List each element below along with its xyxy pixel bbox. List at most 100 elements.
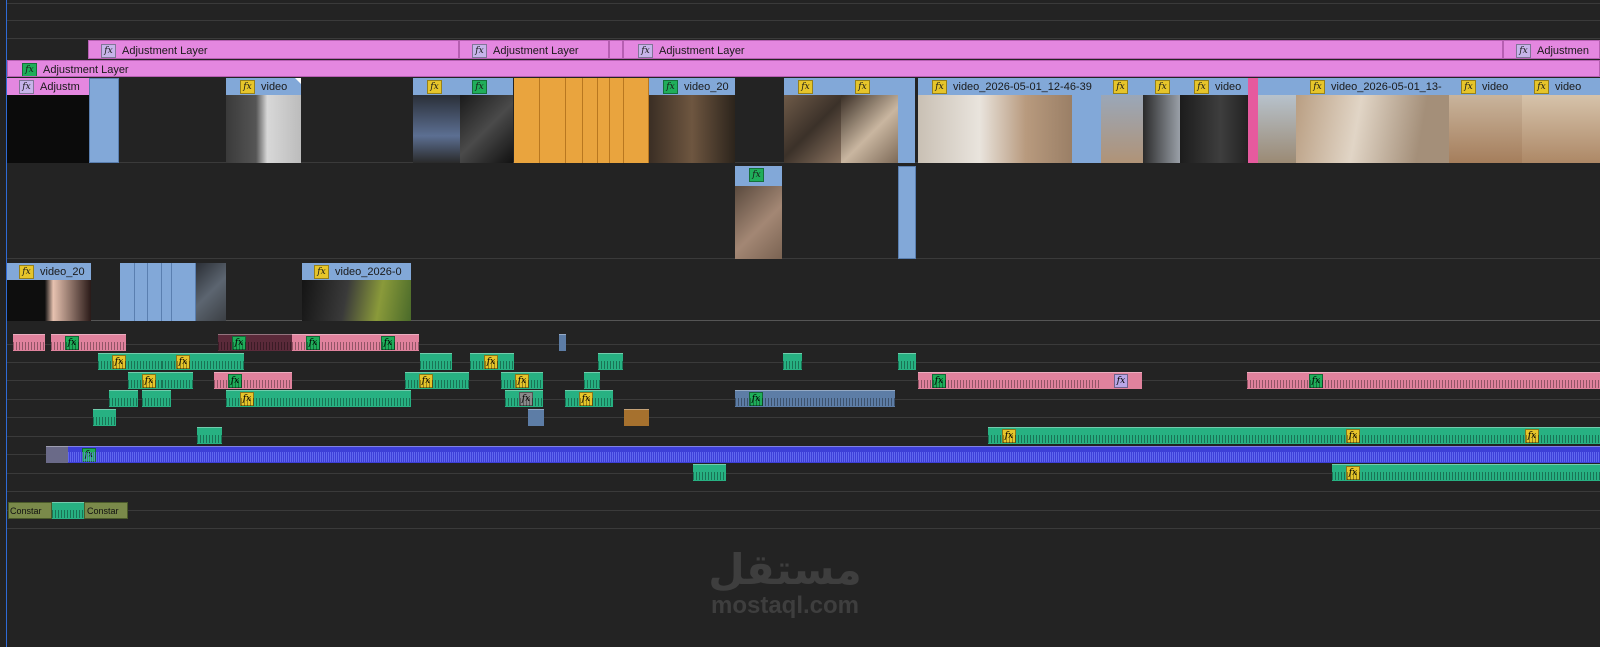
adjustment-layer-clip[interactable]: fx Adjustmen xyxy=(1503,40,1600,59)
audio-clip[interactable]: fx xyxy=(565,390,613,407)
solid-color-clip[interactable] xyxy=(566,78,583,163)
video-clip[interactable]: fx xyxy=(1101,78,1143,163)
audio-clip[interactable] xyxy=(93,409,116,426)
video-clip[interactable]: fx video xyxy=(1522,78,1600,163)
audio-clip[interactable]: fx xyxy=(367,334,419,351)
solid-color-clip[interactable] xyxy=(583,78,598,163)
solid-color-clip[interactable] xyxy=(540,78,566,163)
video-clip[interactable]: fx xyxy=(735,166,782,259)
video-clip[interactable] xyxy=(172,263,196,321)
sequence-timeline[interactable]: fx Adjustment Layer fx Adjustment Layer fx… xyxy=(0,0,1600,647)
track-divider xyxy=(7,38,1600,39)
video-clip[interactable] xyxy=(135,263,148,321)
audio-clip[interactable]: fx xyxy=(505,390,543,407)
audio-clip[interactable] xyxy=(598,353,623,370)
audio-clip[interactable]: fx xyxy=(1295,372,1600,389)
video-clip[interactable]: fx video xyxy=(1180,78,1248,163)
audio-clip[interactable] xyxy=(13,334,45,351)
audio-clip[interactable] xyxy=(559,334,566,351)
video-clip[interactable]: fx video_20 xyxy=(7,263,91,321)
audio-clip[interactable]: fx xyxy=(1511,427,1600,444)
fx-badge-icon: fx xyxy=(855,79,870,94)
audio-clip[interactable] xyxy=(898,353,916,370)
audio-clip[interactable]: fx xyxy=(226,390,411,407)
audio-clip[interactable]: fx xyxy=(470,353,514,370)
video-clip[interactable]: fx video_2026-05-01_12-46-39 xyxy=(918,78,1101,163)
audio-clip[interactable]: fx xyxy=(214,372,292,389)
audio-clip[interactable] xyxy=(783,353,802,370)
audio-clip[interactable]: fx xyxy=(128,372,162,389)
audio-waveform xyxy=(218,342,292,350)
transition-clip[interactable]: Constar xyxy=(8,502,52,519)
music-audio-clip[interactable]: fx xyxy=(68,446,1600,463)
video-clip[interactable] xyxy=(1258,78,1296,163)
video-clip[interactable] xyxy=(898,166,916,259)
audio-clip[interactable]: fx xyxy=(735,390,895,407)
fx-badge-icon: fx xyxy=(240,79,255,94)
adjustment-layer-clip[interactable]: fx Adjustment Layer xyxy=(7,60,1600,77)
adjustment-layer-clip[interactable]: fx Adjustm xyxy=(7,78,89,163)
adjustment-layer-clip[interactable]: fx Adjustment Layer xyxy=(459,40,609,59)
audio-clip[interactable]: fx xyxy=(1332,464,1600,481)
audio-clip[interactable] xyxy=(584,372,600,389)
audio-clip[interactable]: fx xyxy=(501,372,543,389)
video-clip[interactable]: fx xyxy=(413,78,460,163)
audio-clip[interactable] xyxy=(693,464,726,481)
clip-label: Adjustmen xyxy=(1537,44,1589,57)
audio-clip[interactable] xyxy=(109,390,138,407)
solid-color-clip[interactable] xyxy=(624,78,649,163)
video-clip[interactable]: fx xyxy=(1143,78,1180,163)
audio-clip[interactable]: fx xyxy=(162,353,244,370)
audio-waveform xyxy=(584,380,600,388)
audio-clip[interactable] xyxy=(1247,372,1295,389)
video-clip[interactable] xyxy=(148,263,162,321)
audio-clip[interactable] xyxy=(142,390,171,407)
audio-waveform xyxy=(51,342,126,350)
audio-clip[interactable] xyxy=(197,427,222,444)
audio-clip[interactable]: fx xyxy=(98,353,162,370)
video-clip[interactable]: fx video xyxy=(226,78,301,163)
audio-clip[interactable]: fx xyxy=(405,372,469,389)
clip-thumbnail xyxy=(302,280,411,321)
audio-waveform xyxy=(292,342,367,350)
audio-clip[interactable] xyxy=(624,409,649,426)
adjustment-layer-clip[interactable] xyxy=(609,40,623,59)
audio-waveform xyxy=(1247,380,1295,388)
audio-clip[interactable] xyxy=(52,502,84,519)
video-clip[interactable] xyxy=(898,78,915,163)
audio-clip[interactable]: fx xyxy=(1100,372,1142,389)
audio-clip[interactable]: fx xyxy=(988,427,1332,444)
audio-clip[interactable]: fx xyxy=(918,372,1100,389)
audio-clip[interactable]: fx xyxy=(1332,427,1511,444)
video-clip[interactable]: fx xyxy=(460,78,513,163)
transition-clip[interactable]: Constar xyxy=(84,502,128,519)
audio-clip[interactable] xyxy=(162,372,193,389)
video-clip[interactable]: fx video xyxy=(1449,78,1522,163)
solid-color-clip[interactable] xyxy=(610,78,624,163)
audio-clip[interactable]: fx xyxy=(292,334,367,351)
video-clip[interactable] xyxy=(89,78,119,163)
audio-clip[interactable]: fx xyxy=(218,334,292,351)
video-clip[interactable]: fx video_20 xyxy=(649,78,735,163)
video-clip[interactable]: fx video_2026-05-01_13- xyxy=(1296,78,1449,163)
adjustment-layer-clip[interactable]: fx Adjustment Layer xyxy=(88,40,459,59)
solid-color-clip[interactable] xyxy=(598,78,610,163)
adjustment-layer-clip[interactable]: fx Adjustment Layer xyxy=(623,40,1503,59)
playhead[interactable] xyxy=(6,0,7,647)
audio-clip[interactable]: fx xyxy=(51,334,126,351)
video-clip[interactable]: fx xyxy=(841,78,898,163)
audio-clip[interactable] xyxy=(528,409,544,426)
audio-clip[interactable] xyxy=(420,353,452,370)
audio-clip[interactable] xyxy=(46,446,68,463)
audio-waveform xyxy=(898,361,916,369)
video-clip[interactable] xyxy=(162,263,172,321)
video-clip[interactable] xyxy=(120,263,135,321)
watermark: مستقل mostaql.com xyxy=(690,548,880,620)
video-clip[interactable]: fx video_2026-0 xyxy=(302,263,411,321)
video-clip[interactable]: fx xyxy=(784,78,841,163)
solid-color-clip[interactable] xyxy=(514,78,540,163)
clip-thumbnail xyxy=(735,186,782,259)
pink-marker-clip[interactable] xyxy=(1248,78,1258,163)
fx-badge-icon: fx xyxy=(663,79,678,94)
video-clip[interactable] xyxy=(196,263,226,321)
